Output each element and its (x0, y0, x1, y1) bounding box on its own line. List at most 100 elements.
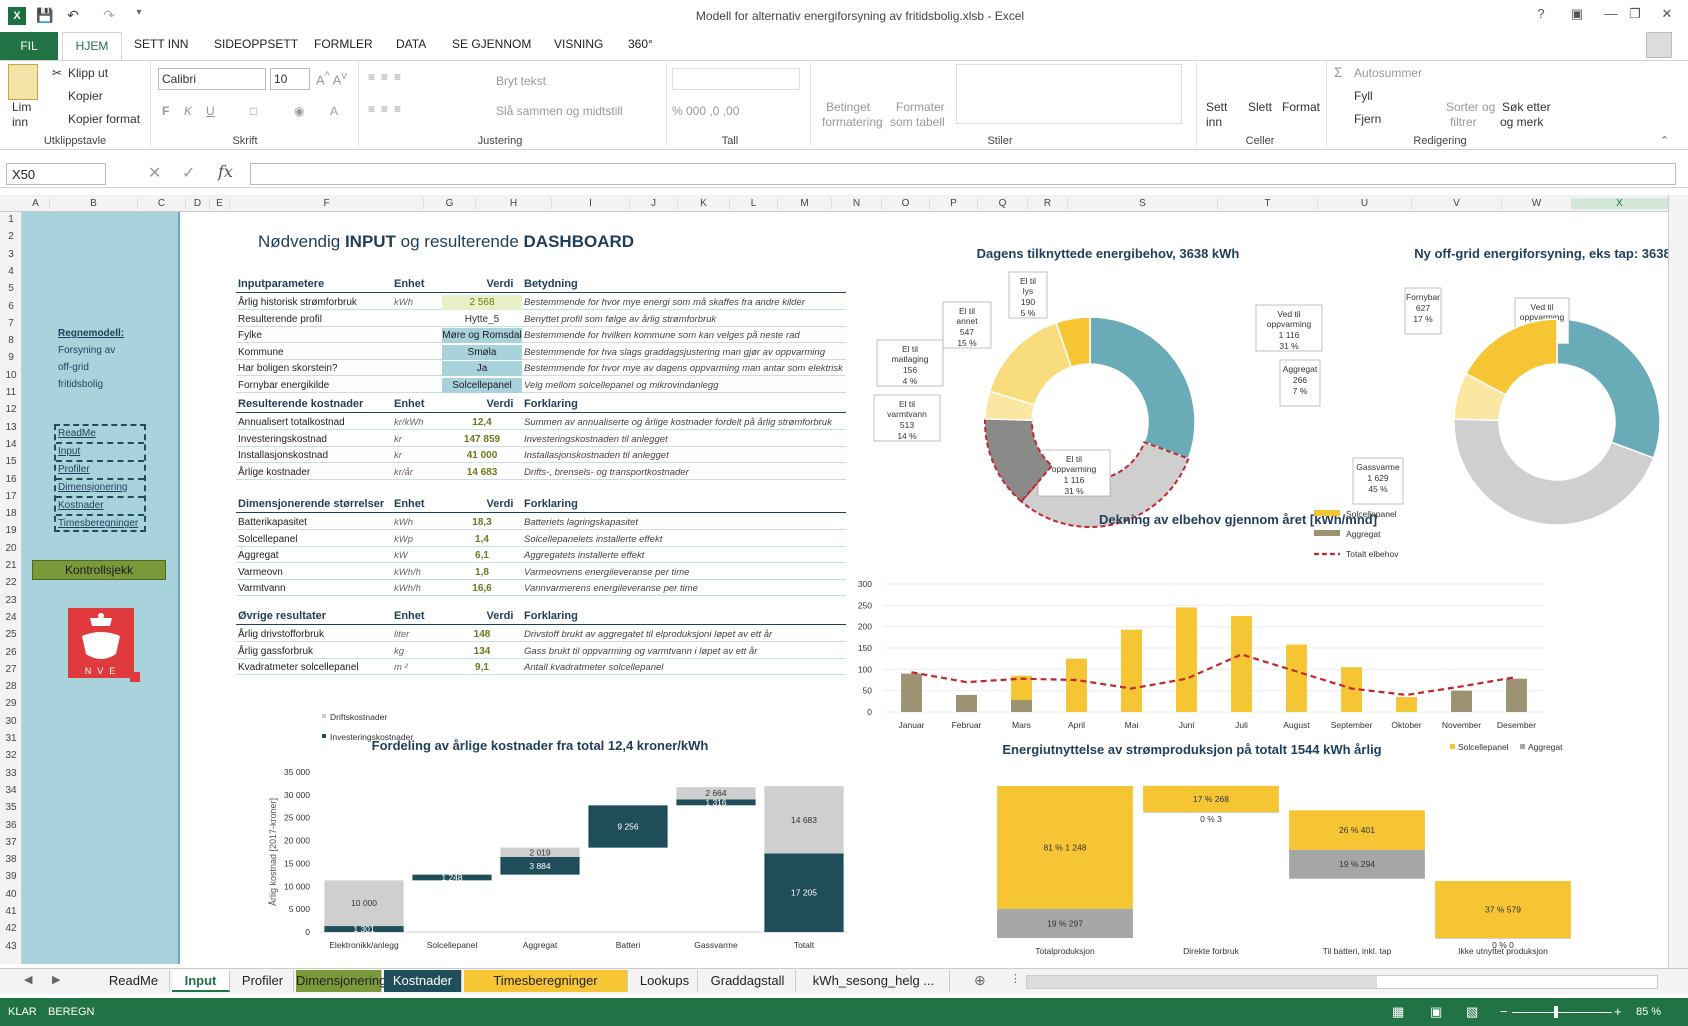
column-header[interactable]: V (1412, 198, 1502, 209)
nav-link-profiler[interactable]: Profiler (56, 462, 144, 480)
paste-label[interactable]: Lim (12, 100, 31, 114)
bold-icon[interactable]: F (162, 104, 169, 118)
zoom-level[interactable]: 85 % (1636, 1006, 1661, 1018)
zoom-slider-thumb[interactable] (1554, 1006, 1558, 1018)
tab-data[interactable]: DATA (396, 37, 426, 51)
sheet-tab[interactable]: Graddagstall (700, 970, 796, 992)
row-header[interactable]: 26 (0, 647, 22, 658)
name-box[interactable]: X50 (6, 163, 106, 185)
horizontal-align-icons[interactable]: ≡≡≡ (368, 102, 407, 116)
row-header[interactable]: 29 (0, 698, 22, 709)
borders-icon[interactable]: □ (250, 104, 257, 118)
column-header[interactable]: T (1218, 198, 1318, 209)
row-header[interactable]: 18 (0, 508, 22, 519)
column-header[interactable]: U (1318, 198, 1412, 209)
insert-cells-button[interactable]: Sett (1206, 100, 1227, 114)
horizontal-scrollbar[interactable] (1026, 975, 1658, 989)
row-header[interactable]: 17 (0, 491, 22, 502)
autosum-icon[interactable]: Σ (1334, 64, 1343, 80)
column-header[interactable]: J (630, 198, 678, 209)
row-header[interactable]: 39 (0, 871, 22, 882)
column-header[interactable]: O (882, 198, 930, 209)
row-header[interactable]: 5 (0, 283, 22, 294)
column-header[interactable]: Q (978, 198, 1028, 209)
row-header[interactable]: 12 (0, 404, 22, 415)
column-header[interactable]: M (778, 198, 832, 209)
paste-label-2[interactable]: inn (12, 115, 28, 129)
cell-styles-gallery[interactable] (956, 64, 1182, 124)
column-header[interactable]: H (476, 198, 552, 209)
scrollbar-thumb[interactable] (1027, 976, 1377, 988)
row-header[interactable]: 3 (0, 249, 22, 260)
row-header[interactable]: 7 (0, 318, 22, 329)
row-header[interactable]: 33 (0, 768, 22, 779)
ribbon-display-icon[interactable]: ▣ (1566, 6, 1588, 24)
underline-icon[interactable]: U (206, 104, 215, 118)
zoom-in-icon[interactable]: + (1614, 1004, 1622, 1019)
customize-qat-icon[interactable]: ▾ (130, 7, 148, 25)
zoom-slider[interactable] (1512, 1012, 1612, 1013)
autosum-button[interactable]: Autosummer (1354, 66, 1422, 80)
row-header[interactable]: 35 (0, 802, 22, 813)
restore-icon[interactable]: ❐ (1624, 6, 1646, 24)
row-header[interactable]: 13 (0, 422, 22, 433)
clear-button[interactable]: Fjern (1354, 112, 1381, 126)
row-header[interactable]: 21 (0, 560, 22, 571)
number-format-select[interactable] (672, 68, 800, 90)
sheet-tab[interactable]: Profiler (232, 970, 294, 992)
collapse-ribbon-icon[interactable]: ⌃ (1660, 134, 1669, 147)
tab-file[interactable]: FIL (0, 32, 58, 60)
row-header[interactable]: 37 (0, 837, 22, 848)
row-header[interactable]: 40 (0, 889, 22, 900)
conditional-format-label-2[interactable]: formatering (822, 115, 883, 129)
row-header[interactable]: 20 (0, 543, 22, 554)
row-header[interactable]: 42 (0, 923, 22, 934)
format-painter-button[interactable]: Kopier format (68, 112, 140, 126)
row-header[interactable]: 30 (0, 716, 22, 727)
paste-icon[interactable] (8, 64, 38, 100)
format-table-label-2[interactable]: som tabell (890, 115, 945, 129)
italic-icon[interactable]: K (184, 104, 192, 118)
column-header[interactable]: A (22, 198, 50, 209)
sort-filter-button[interactable]: Sorter og (1446, 100, 1495, 114)
column-header[interactable]: G (424, 198, 476, 209)
fill-button[interactable]: Fyll (1354, 89, 1373, 103)
redo-icon[interactable]: ↷ (100, 7, 118, 25)
nav-link-input[interactable]: Input (56, 444, 144, 462)
row-header[interactable]: 23 (0, 595, 22, 606)
row-header[interactable]: 2 (0, 231, 22, 242)
row-header[interactable]: 38 (0, 854, 22, 865)
font-color-icon[interactable]: A (330, 104, 338, 118)
copy-button[interactable]: Kopier (68, 89, 103, 103)
row-header[interactable]: 14 (0, 439, 22, 450)
row-header[interactable]: 4 (0, 266, 22, 277)
column-header[interactable]: L (730, 198, 778, 209)
minimize-icon[interactable]: — (1600, 6, 1622, 24)
sheet-tab[interactable]: kWh_sesong_helg ... (798, 970, 950, 992)
find-select-label-2[interactable]: og merk (1500, 115, 1543, 129)
column-header[interactable]: W (1502, 198, 1572, 209)
row-header[interactable]: 22 (0, 577, 22, 588)
sheet-tab[interactable]: Lookups (632, 970, 698, 992)
tab-360[interactable]: 360° (628, 37, 653, 51)
row-header[interactable]: 43 (0, 941, 22, 952)
column-header[interactable]: N (832, 198, 882, 209)
row-header[interactable]: 6 (0, 301, 22, 312)
nav-link-kostnader[interactable]: Kostnader (56, 498, 144, 516)
column-header[interactable]: X (1572, 198, 1668, 209)
sheet-tab[interactable]: Kostnader (384, 970, 462, 992)
row-header[interactable]: 19 (0, 525, 22, 536)
insert-cells-label-2[interactable]: inn (1206, 115, 1222, 129)
vertical-scrollbar[interactable] (1668, 195, 1688, 968)
row-header[interactable]: 10 (0, 370, 22, 381)
number-format-icons[interactable]: % 000 ,0 ,00 (672, 104, 739, 118)
row-header[interactable]: 1 (0, 214, 22, 225)
row-header[interactable]: 11 (0, 387, 22, 398)
row-header[interactable]: 27 (0, 664, 22, 675)
row-header[interactable]: 31 (0, 733, 22, 744)
column-header[interactable]: B (50, 198, 138, 209)
row-header[interactable]: 34 (0, 785, 22, 796)
column-header[interactable]: I (552, 198, 630, 209)
tab-scroll-left-icon[interactable]: ◀ (24, 973, 32, 986)
vertical-align-icons[interactable]: ≡≡≡ (368, 70, 407, 84)
